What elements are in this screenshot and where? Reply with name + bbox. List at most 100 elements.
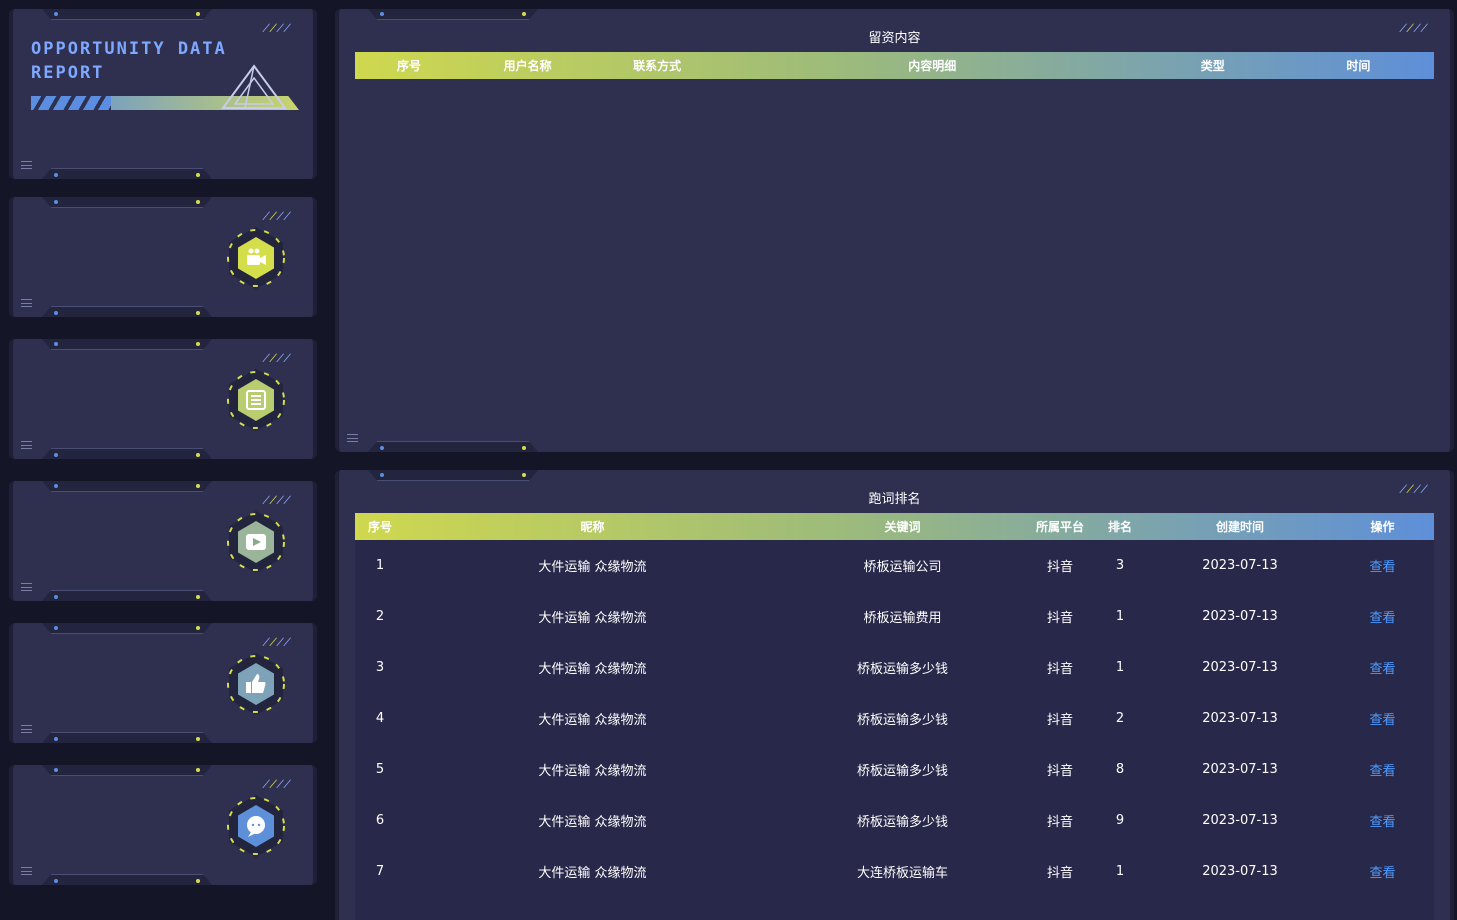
decor-slashes: ////: [260, 23, 294, 34]
stat-card: ////: [9, 197, 317, 317]
ranking-column-header: 创建时间: [1215, 520, 1264, 534]
table-cell: 1: [375, 558, 385, 573]
top-notch: [41, 197, 213, 208]
video-camera-icon: [227, 227, 285, 289]
leads-panel: //// 留资内容 序号 用户名称 联系方式 内容明细 类型 时间: [335, 9, 1454, 452]
decor-slashes: ////: [260, 779, 294, 790]
table-cell: 大件运输 众缘物流: [538, 560, 647, 575]
table-cell: 桥板运输公司: [863, 560, 942, 575]
ranking-table-header: 序号 昵称 关键词 所属平台 排名 创建时间 操作: [355, 513, 1434, 540]
table-cell: 桥板运输多少钱: [856, 764, 948, 779]
top-notch: [41, 481, 213, 492]
table-cell: 2: [375, 609, 385, 624]
menu-icon[interactable]: [21, 441, 32, 449]
view-link[interactable]: 查看: [1335, 709, 1430, 728]
bottom-notch: [41, 732, 213, 743]
triangle-logo-icon: [221, 64, 287, 109]
table-cell: 桥板运输多少钱: [856, 713, 948, 728]
table-cell: 抖音: [1046, 815, 1073, 830]
table-cell: 桥板运输多少钱: [856, 662, 948, 677]
table-cell: 2023-07-13: [1202, 813, 1278, 828]
bottom-notch: [41, 448, 213, 459]
view-link[interactable]: 查看: [1335, 760, 1430, 779]
ranking-column-header: 所属平台: [1035, 520, 1084, 534]
leads-column-header: 联系方式: [633, 59, 682, 73]
leads-column-header: 时间: [1346, 59, 1371, 73]
ranking-column-header: 关键词: [884, 520, 921, 534]
table-cell: 抖音: [1046, 611, 1073, 626]
table-cell: 5: [375, 762, 385, 777]
menu-icon[interactable]: [21, 161, 32, 169]
table-cell: 4: [375, 711, 385, 726]
ranking-column-header: 昵称: [580, 520, 605, 534]
table-cell: 1: [1115, 864, 1125, 879]
menu-icon[interactable]: [347, 434, 358, 442]
logo-card: //// OPPORTUNITY DATA REPORT: [9, 9, 317, 179]
table-cell: 大件运输 众缘物流: [538, 662, 647, 677]
ranking-table-body: 1 大件运输 众缘物流 桥板运输公司 抖音 3 2023-07-13 查看 2 大件运输 众缘物…: [355, 540, 1434, 920]
bottom-notch: [41, 306, 213, 317]
table-cell: 1: [1115, 609, 1125, 624]
table-cell: 大件运输 众缘物流: [538, 611, 647, 626]
decor-slashes: ////: [260, 353, 294, 364]
decor-slashes: ////: [260, 637, 294, 648]
view-link[interactable]: 查看: [1335, 658, 1430, 677]
leads-column-header: 序号: [396, 59, 421, 73]
table-cell: 抖音: [1046, 560, 1073, 575]
table-cell: 抖音: [1046, 713, 1073, 728]
table-cell: 大件运输 众缘物流: [538, 713, 647, 728]
logo-stripes: [31, 96, 111, 110]
table-cell: 抖音: [1046, 866, 1073, 881]
leads-column-header: 内容明细: [908, 59, 957, 73]
leads-column-header: 类型: [1200, 59, 1225, 73]
view-link[interactable]: 查看: [1335, 862, 1430, 881]
stat-card: ////: [9, 765, 317, 885]
menu-icon[interactable]: [21, 583, 32, 591]
table-row: 3 大件运输 众缘物流 桥板运输多少钱 抖音 1 2023-07-13 查看: [355, 642, 1434, 693]
leads-column-header: 用户名称: [503, 59, 552, 73]
table-cell: 9: [1115, 813, 1125, 828]
table-row: 4 大件运输 众缘物流 桥板运输多少钱 抖音 2 2023-07-13 查看: [355, 693, 1434, 744]
view-link[interactable]: 查看: [1335, 811, 1430, 830]
menu-icon[interactable]: [21, 867, 32, 875]
top-notch: [41, 339, 213, 350]
table-cell: 大件运输 众缘物流: [538, 764, 647, 779]
ranking-column-header: 序号: [367, 520, 392, 534]
leads-table-header: 序号 用户名称 联系方式 内容明细 类型 时间: [355, 52, 1434, 79]
table-cell: 2023-07-13: [1202, 660, 1278, 675]
menu-icon[interactable]: [21, 725, 32, 733]
view-link[interactable]: 查看: [1335, 607, 1430, 626]
decor-slashes: ////: [260, 211, 294, 222]
table-cell: 抖音: [1046, 662, 1073, 677]
stat-card: ////: [9, 481, 317, 601]
view-link[interactable]: 查看: [1335, 556, 1430, 575]
bottom-notch: [41, 168, 213, 179]
menu-icon[interactable]: [21, 299, 32, 307]
top-notch: [41, 765, 213, 776]
table-row: 2 大件运输 众缘物流 桥板运输费用 抖音 1 2023-07-13 查看: [355, 591, 1434, 642]
table-cell: 2023-07-13: [1202, 711, 1278, 726]
top-notch: [367, 470, 539, 481]
table-cell: 3: [375, 660, 385, 675]
top-notch: [367, 9, 539, 20]
table-cell: 桥板运输多少钱: [856, 815, 948, 830]
table-cell: 2023-07-13: [1202, 558, 1278, 573]
stat-card: ////: [9, 339, 317, 459]
ranking-panel: //// 跑词排名 序号 昵称 关键词 所属平台 排名 创建时间 操作 1 大件运输 众缘物流…: [335, 470, 1454, 920]
ranking-column-header: 操作: [1370, 520, 1395, 534]
top-notch: [41, 9, 213, 20]
ranking-title: 跑词排名: [868, 492, 921, 507]
list-icon: [227, 369, 285, 431]
bottom-notch: [41, 874, 213, 885]
table-cell: 大连桥板运输车: [856, 866, 948, 881]
table-cell: 2023-07-13: [1202, 864, 1278, 879]
comment-icon: [227, 795, 285, 857]
table-cell: 7: [375, 864, 385, 879]
table-cell: 大件运输 众缘物流: [538, 815, 647, 830]
table-cell: 1: [1115, 660, 1125, 675]
table-cell: 3: [1115, 558, 1125, 573]
table-cell: 8: [1115, 762, 1125, 777]
table-cell: 抖音: [1046, 764, 1073, 779]
table-cell: 6: [375, 813, 385, 828]
top-notch: [41, 623, 213, 634]
